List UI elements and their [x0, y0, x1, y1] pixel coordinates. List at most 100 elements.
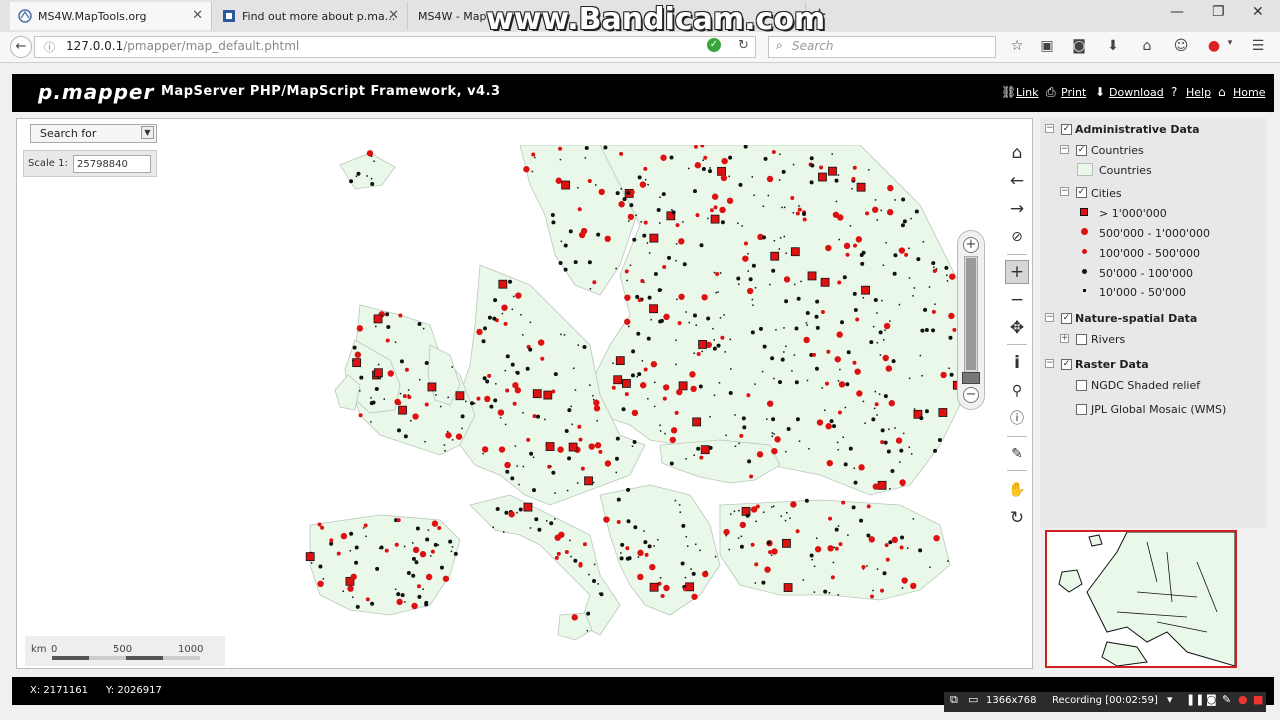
home-browser-icon[interactable]: ⌂ [1139, 38, 1155, 54]
layer-checkbox[interactable]: ✓ [1076, 187, 1087, 198]
toc-layer-countries[interactable]: Countries [1091, 144, 1144, 157]
pencil-icon[interactable]: ✎ [1222, 693, 1231, 706]
pause-icon[interactable]: ❚❚ [1186, 693, 1204, 706]
layer-checkbox[interactable] [1076, 334, 1087, 345]
auto-identify-icon[interactable]: ⓘ [1005, 407, 1029, 431]
tree-collapse-icon[interactable]: − [1060, 187, 1069, 196]
minimize-icon[interactable]: — [1170, 4, 1184, 20]
download-icon[interactable]: ⬇ [1105, 38, 1121, 54]
city-symbol-small [540, 356, 545, 361]
city-symbol-village [693, 454, 695, 456]
group-checkbox[interactable]: ✓ [1061, 313, 1072, 324]
camera-icon[interactable]: ◙ [1206, 693, 1217, 706]
city-symbol-village [783, 351, 785, 353]
city-symbol-town [681, 523, 686, 528]
dropdown-arrow-icon[interactable]: ▾ [1167, 693, 1173, 706]
identify-icon[interactable]: i [1005, 351, 1029, 375]
overview-map[interactable] [1045, 530, 1237, 668]
back-icon[interactable]: ← [1005, 169, 1029, 193]
tree-collapse-icon[interactable]: − [1045, 124, 1054, 133]
scale-input[interactable] [73, 155, 151, 173]
zoom-slider-handle[interactable] [962, 372, 980, 384]
city-symbol-village [612, 362, 614, 365]
maximize-icon[interactable]: ❐ [1212, 4, 1225, 20]
bookmark-star-icon[interactable]: ☆ [1009, 38, 1025, 54]
tree-collapse-icon[interactable]: − [1045, 313, 1054, 322]
menu-icon[interactable]: ☰ [1250, 38, 1266, 54]
tree-expand-icon[interactable]: + [1060, 334, 1069, 343]
reload-icon[interactable]: ↻ [738, 38, 749, 53]
header-link-print[interactable]: Print [1061, 86, 1086, 99]
info-icon[interactable]: ⓘ [44, 39, 55, 55]
group-checkbox[interactable]: ✓ [1061, 359, 1072, 370]
record-icon[interactable]: ● [1238, 693, 1248, 706]
layer-checkbox[interactable]: ✓ [1076, 145, 1087, 156]
toc-layer-cities[interactable]: Cities [1091, 187, 1122, 200]
dropdown-arrow-icon[interactable]: ▾ [1222, 38, 1238, 48]
adblock-icon[interactable]: ● [1206, 38, 1222, 54]
city-symbol-village [615, 471, 618, 474]
toc-group-raster[interactable]: Raster Data [1075, 358, 1149, 371]
header-link-link[interactable]: Link [1016, 86, 1039, 99]
city-symbol-village [450, 550, 453, 553]
europe-map[interactable] [300, 145, 970, 665]
layer-checkbox[interactable] [1076, 404, 1087, 415]
select-icon[interactable]: ⚲ [1005, 379, 1029, 403]
browser-tab-pmapper[interactable]: Find out more about p.ma... ✕ [214, 2, 408, 30]
scale-label: Scale 1: [28, 158, 68, 169]
city-symbol-village [738, 509, 740, 512]
zoom-slider-plus-icon[interactable]: + [963, 237, 979, 253]
clear-icon[interactable]: ✋ [1005, 478, 1029, 502]
tree-collapse-icon[interactable]: − [1045, 359, 1054, 368]
back-button[interactable]: ← [10, 36, 32, 58]
toc-layer-jpl[interactable]: JPL Global Mosaic (WMS) [1091, 403, 1226, 416]
city-symbol-village [659, 576, 662, 579]
city-symbol-village [596, 420, 598, 422]
close-tab-icon[interactable]: ✕ [388, 8, 399, 23]
measure-icon[interactable]: ✎ [1005, 442, 1029, 466]
home-icon[interactable]: ⌂ [1005, 141, 1029, 165]
zoom-in-icon[interactable]: + [1005, 260, 1029, 284]
city-symbol-town [510, 362, 515, 367]
toc-group-nature[interactable]: Nature-spatial Data [1075, 312, 1197, 325]
pocket-icon[interactable]: ◙ [1071, 38, 1087, 54]
toc-group-administrative[interactable]: Administrative Data [1075, 123, 1200, 136]
city-symbol-town [550, 213, 555, 218]
pan-icon[interactable]: ✥ [1005, 316, 1029, 340]
city-symbol-town [626, 190, 631, 195]
window-icon[interactable]: ⧉ [950, 693, 958, 707]
url-text[interactable]: 127.0.0.1/pmapper/map_default.phtml [66, 39, 299, 53]
city-symbol-village [685, 458, 687, 460]
city-symbol-town [758, 326, 763, 331]
city-symbol-town [810, 163, 815, 168]
clipboard-icon[interactable]: ▣ [1039, 38, 1055, 54]
smiley-icon[interactable]: ☺ [1173, 38, 1189, 54]
header-link-home[interactable]: Home [1233, 86, 1265, 99]
city-symbol-medium [508, 511, 515, 518]
search-placeholder[interactable]: Search [792, 39, 834, 53]
refresh-icon[interactable]: ↻ [1005, 506, 1029, 530]
chevron-down-icon[interactable]: ▼ [141, 126, 154, 139]
forward-icon[interactable]: → [1005, 197, 1029, 221]
city-symbol-village [679, 511, 682, 513]
group-checkbox[interactable]: ✓ [1061, 124, 1072, 135]
stop-icon[interactable]: ■ [1253, 693, 1263, 706]
city-symbol-medium [637, 549, 644, 557]
close-tab-icon[interactable]: ✕ [192, 8, 203, 23]
browser-tab-maptools[interactable]: MS4W.MapTools.org ✕ [10, 2, 212, 30]
tree-collapse-icon[interactable]: − [1060, 145, 1069, 154]
city-symbol-town [425, 537, 430, 542]
layer-checkbox[interactable] [1076, 380, 1087, 391]
header-link-download[interactable]: Download [1109, 86, 1164, 99]
header-link-help[interactable]: Help [1186, 86, 1211, 99]
toc-layer-rivers[interactable]: Rivers [1091, 333, 1125, 346]
close-window-icon[interactable]: ✕ [1252, 4, 1264, 20]
zoom-slider-minus-icon[interactable]: − [963, 387, 979, 403]
city-symbol-medium [750, 506, 758, 513]
city-symbol-village [370, 177, 373, 180]
zoom-select-icon[interactable]: ⊘ [1005, 225, 1029, 249]
monitor-icon[interactable]: ▭ [968, 693, 978, 706]
city-symbol-village [522, 411, 524, 414]
toc-layer-ngdc[interactable]: NGDC Shaded relief [1091, 379, 1200, 392]
zoom-out-icon[interactable]: − [1005, 288, 1029, 312]
